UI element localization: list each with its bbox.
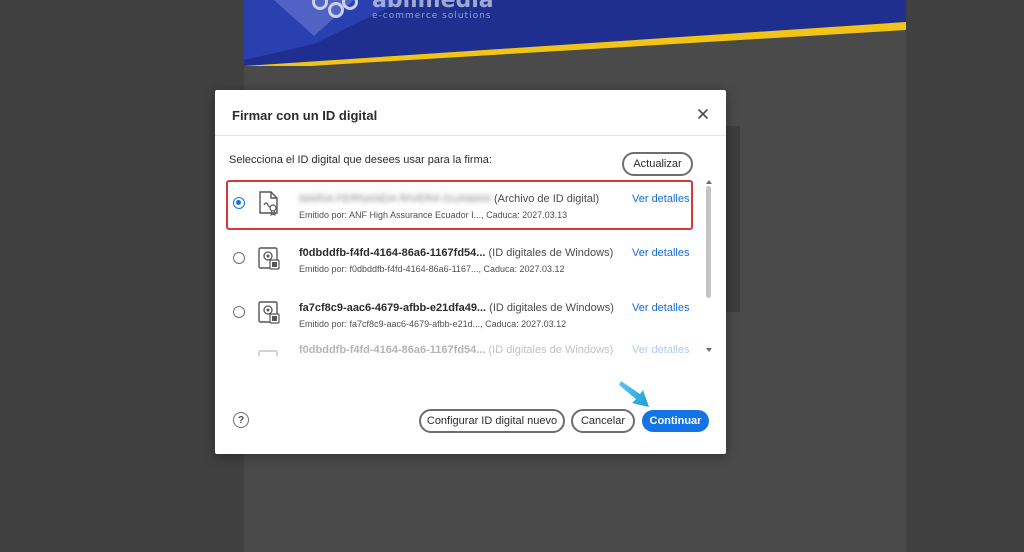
continue-button[interactable]: Continuar <box>642 410 709 432</box>
list-scrollbar[interactable] <box>705 178 713 356</box>
windows-certificate-icon <box>257 299 281 325</box>
certificate-file-icon <box>257 190 281 216</box>
close-icon[interactable] <box>695 106 711 122</box>
brand-logo: abiimedia e-commerce solutions <box>312 0 494 22</box>
scroll-thumb[interactable] <box>706 186 711 298</box>
digital-id-row[interactable]: f0dbddfb-f4fd-4164-86a6-1167fd54... (ID … <box>223 233 705 287</box>
digital-id-issuer: Emitido por: f0dbddfb-f4fd-4164-86a6-116… <box>299 264 565 274</box>
digital-id-type: (ID digitales de Windows) <box>489 302 614 314</box>
scroll-down-icon[interactable] <box>706 348 712 352</box>
pointer-arrow-icon <box>618 378 656 410</box>
radio-unselected[interactable] <box>233 306 245 318</box>
digital-id-row[interactable]: fa7cf8c9-aac6-4679-afbb-e21dfa49... (ID … <box>223 288 705 342</box>
brand-tagline: e-commerce solutions <box>372 11 492 21</box>
digital-id-type: (Archivo de ID digital) <box>494 193 600 205</box>
view-details-link[interactable]: Ver detalles <box>632 344 689 356</box>
radio-selected[interactable] <box>233 197 245 209</box>
scroll-up-icon[interactable] <box>706 180 712 184</box>
title-divider <box>215 135 726 136</box>
configure-new-id-button[interactable]: Configurar ID digital nuevo <box>419 409 565 433</box>
view-details-link[interactable]: Ver detalles <box>632 247 689 259</box>
radio-unselected[interactable] <box>233 252 245 264</box>
help-icon[interactable]: ? <box>233 412 249 428</box>
digital-id-type: (ID digitales de Windows) <box>488 247 614 259</box>
digital-id-row[interactable]: f0dbddfb-f4fd-4164-86a6-1167fd54... (ID … <box>223 342 705 356</box>
cancel-button[interactable]: Cancelar <box>571 409 635 433</box>
background-panel <box>724 126 740 312</box>
windows-certificate-icon <box>257 348 281 356</box>
refresh-button[interactable]: Actualizar <box>622 152 693 176</box>
logo-circles-icon <box>312 0 362 22</box>
select-id-prompt: Selecciona el ID digital que desees usar… <box>229 154 492 166</box>
digital-id-list: MARIA FERNANDA RIVERA GUAMAN (Archivo de… <box>223 178 713 356</box>
digital-id-type: (ID digitales de Windows) <box>488 344 614 356</box>
windows-certificate-icon <box>257 245 281 271</box>
digital-id-name: f0dbddfb-f4fd-4164-86a6-1167fd54... <box>299 344 486 356</box>
digital-id-name: f0dbddfb-f4fd-4164-86a6-1167fd54... <box>299 247 486 259</box>
digital-id-name: fa7cf8c9-aac6-4679-afbb-e21dfa49... <box>299 302 487 314</box>
digital-id-issuer: Emitido por: fa7cf8c9-aac6-4679-afbb-e21… <box>299 319 567 329</box>
view-details-link[interactable]: Ver detalles <box>632 193 689 205</box>
view-details-link[interactable]: Ver detalles <box>632 302 689 314</box>
digital-id-name-redacted: MARIA FERNANDA RIVERA GUAMAN <box>299 193 491 205</box>
digital-id-row[interactable]: MARIA FERNANDA RIVERA GUAMAN (Archivo de… <box>223 178 705 232</box>
digital-id-issuer: Emitido por: ANF High Assurance Ecuador … <box>299 210 568 220</box>
dialog-title: Firmar con un ID digital <box>232 108 378 123</box>
